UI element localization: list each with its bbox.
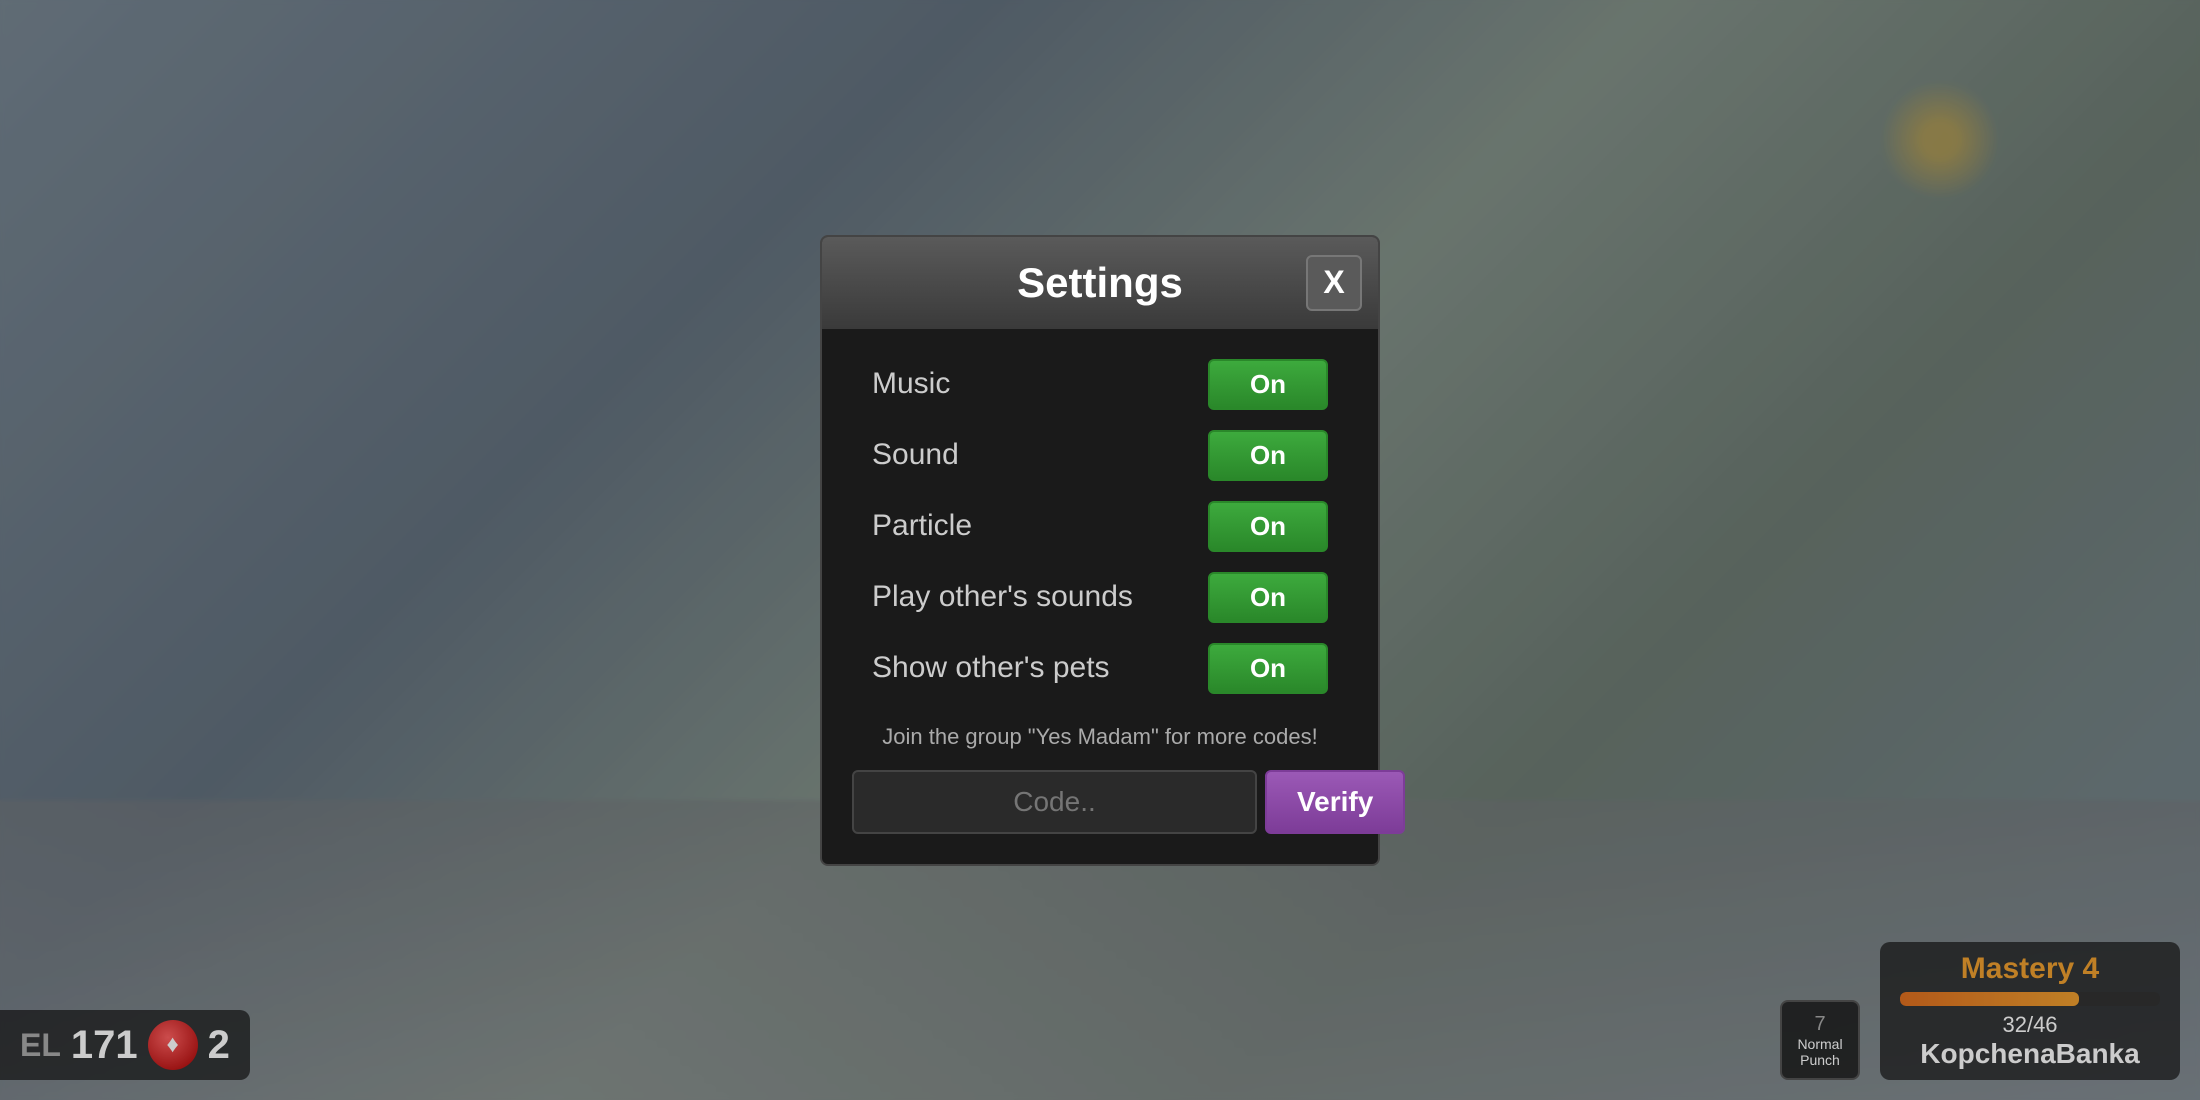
verify-button[interactable]: Verify bbox=[1265, 770, 1405, 834]
setting-label-particle: Particle bbox=[872, 509, 972, 543]
settings-rows-container: MusicOnSoundOnParticleOnPlay other's sou… bbox=[822, 349, 1378, 704]
setting-label-sound: Sound bbox=[872, 438, 959, 472]
settings-row-play-others-sounds: Play other's sounds On bbox=[822, 562, 1378, 633]
settings-row-particle: Particle On bbox=[822, 491, 1378, 562]
close-button[interactable]: X bbox=[1306, 255, 1362, 311]
toggle-sound[interactable]: On bbox=[1208, 430, 1328, 481]
settings-row-sound: Sound On bbox=[822, 420, 1378, 491]
toggle-particle[interactable]: On bbox=[1208, 501, 1328, 552]
modal-overlay: Settings X MusicOnSoundOnParticleOnPlay … bbox=[0, 0, 2200, 1100]
code-input[interactable] bbox=[852, 770, 1257, 834]
toggle-show-others-pets[interactable]: On bbox=[1208, 643, 1328, 694]
toggle-music[interactable]: On bbox=[1208, 359, 1328, 410]
settings-row-show-others-pets: Show other's pets On bbox=[822, 633, 1378, 704]
modal-header: Settings X bbox=[822, 237, 1378, 329]
setting-label-music: Music bbox=[872, 367, 950, 401]
setting-label-play-others-sounds: Play other's sounds bbox=[872, 580, 1133, 614]
group-notice: Join the group "Yes Madam" for more code… bbox=[822, 704, 1378, 760]
setting-label-show-others-pets: Show other's pets bbox=[872, 651, 1110, 685]
settings-modal: Settings X MusicOnSoundOnParticleOnPlay … bbox=[820, 235, 1380, 866]
modal-title: Settings bbox=[894, 259, 1306, 307]
toggle-play-others-sounds[interactable]: On bbox=[1208, 572, 1328, 623]
settings-row-music: Music On bbox=[822, 349, 1378, 420]
code-section: Verify bbox=[822, 760, 1378, 834]
